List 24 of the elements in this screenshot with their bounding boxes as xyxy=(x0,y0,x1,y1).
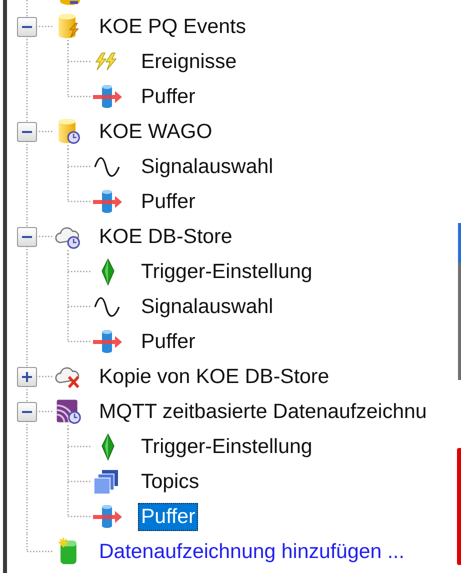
add-link[interactable]: Datenaufzeichnung hinzufügen ... xyxy=(96,538,408,566)
tree-item[interactable]: MQTT zeitbasierte Datenaufzeichnu xyxy=(96,398,430,426)
collapse-button[interactable] xyxy=(17,16,37,36)
tree-item[interactable]: Puffer xyxy=(138,328,198,356)
tree-item[interactable]: Trigger-Einstellung xyxy=(138,258,316,286)
collapse-button[interactable] xyxy=(17,122,37,142)
tree-item[interactable]: Signalauswahl xyxy=(138,152,276,180)
tree-item[interactable]: Signalauswahl xyxy=(138,292,276,320)
tree-item[interactable]: KOE DB-Store xyxy=(96,222,236,250)
plus-icon xyxy=(21,370,33,382)
tree-item[interactable]: Kopie von KOE DB-Store xyxy=(96,362,332,390)
tree-item[interactable]: Topics xyxy=(138,468,202,496)
tree-item[interactable]: Puffer xyxy=(138,502,198,530)
tree-item[interactable]: Trigger-Einstellung xyxy=(138,432,316,460)
tree-item[interactable]: KOE PQ Events xyxy=(96,12,249,40)
expand-button[interactable] xyxy=(17,366,37,386)
tree-item[interactable]: Ereignisse xyxy=(138,48,240,76)
database-icon xyxy=(60,0,80,5)
tree-item[interactable]: Puffer xyxy=(138,188,198,216)
collapse-button[interactable] xyxy=(17,226,37,246)
feed-clock-icon xyxy=(54,397,82,425)
collapse-button[interactable] xyxy=(17,402,37,422)
tree-item[interactable]: KOE WAGO xyxy=(96,118,216,146)
tree-item[interactable]: Puffer xyxy=(138,82,198,110)
